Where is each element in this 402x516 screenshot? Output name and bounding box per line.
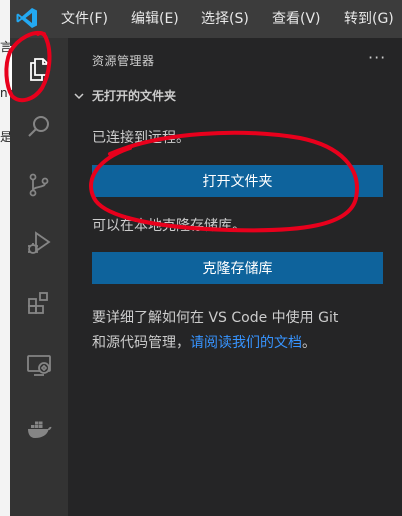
activity-remote-explorer[interactable] [10, 342, 68, 388]
run-debug-icon [28, 231, 51, 254]
sidebar-title: 资源管理器 [92, 54, 155, 68]
menu-selection[interactable]: 选择(S) [201, 10, 249, 28]
remote-connected-message: 已连接到远程。 [92, 130, 190, 146]
help-text: 要详细了解如何在 VS Code 中使用 Git 和源代码管理，请阅读我们的文档… [92, 306, 392, 356]
activity-explorer[interactable] [10, 46, 68, 92]
help-line-2-prefix: 和源代码管理， [92, 335, 190, 351]
vscode-logo-icon [16, 8, 37, 28]
background-fragment: 言 [0, 40, 10, 54]
docker-icon [28, 421, 52, 438]
activity-bar [10, 38, 68, 516]
help-line-2-suffix: 。 [302, 335, 316, 351]
background-window-strip: 言 n 是 [0, 0, 10, 516]
help-line-2: 和源代码管理，请阅读我们的文档。 [92, 331, 392, 356]
activity-docker[interactable] [10, 406, 68, 452]
menu-view[interactable]: 查看(V) [272, 10, 321, 28]
activity-search[interactable] [10, 104, 68, 150]
open-folder-button[interactable]: 打开文件夹 [92, 165, 383, 197]
activity-run-debug[interactable] [10, 220, 68, 266]
more-actions-button[interactable]: ··· [368, 48, 386, 67]
activity-source-control[interactable] [10, 162, 68, 208]
background-fragment: 是 [0, 130, 10, 144]
extensions-icon [28, 292, 48, 314]
menu-go[interactable]: 转到(G) [344, 10, 394, 28]
chevron-down-icon [74, 93, 84, 100]
remote-explorer-icon [27, 355, 51, 376]
docs-link[interactable]: 请阅读我们的文档 [190, 335, 302, 351]
section-title: 无打开的文件夹 [92, 89, 177, 103]
active-indicator [10, 46, 12, 90]
help-line-1: 要详细了解如何在 VS Code 中使用 Git [92, 310, 339, 326]
menu-bar: 文件(F) 编辑(E) 选择(S) 查看(V) 转到(G) [10, 0, 402, 38]
menu-edit[interactable]: 编辑(E) [131, 10, 179, 28]
clone-message: 可以在本地克隆存储库。 [92, 218, 246, 234]
menu-file[interactable]: 文件(F) [61, 10, 108, 28]
background-fragment: n [0, 86, 8, 100]
clone-repository-button[interactable]: 克隆存储库 [92, 252, 383, 284]
source-control-icon [29, 173, 49, 197]
files-icon [30, 58, 49, 81]
section-header-no-folder[interactable]: 无打开的文件夹 [72, 86, 372, 106]
search-icon [28, 116, 49, 137]
activity-extensions[interactable] [10, 280, 68, 326]
explorer-sidebar: 资源管理器 ··· 无打开的文件夹 已连接到远程。 打开文件夹 可以在本地克隆存… [68, 38, 402, 516]
